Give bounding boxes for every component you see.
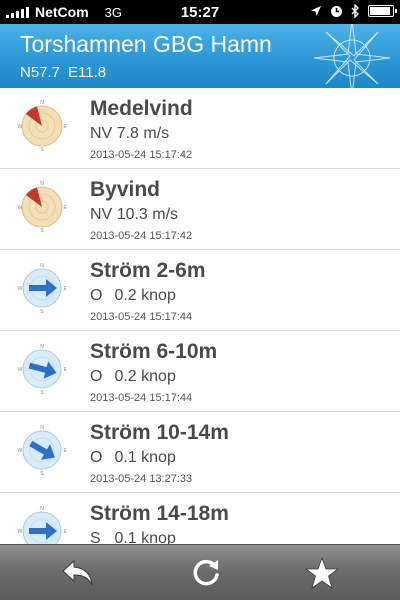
longitude: E11.8 (68, 64, 107, 81)
svg-text:E: E (64, 367, 68, 373)
svg-text:N: N (40, 506, 44, 512)
svg-text:W: W (18, 124, 23, 130)
row-speed: 7.8 m/s (116, 125, 170, 142)
favorite-button[interactable] (302, 555, 342, 591)
row-speed: 0.2 knop (114, 287, 176, 304)
station-coordinates: N57.7 E11.8 (20, 64, 106, 81)
status-right (310, 4, 397, 18)
row-speed: 0.1 knop (114, 530, 176, 544)
measurement-list: N S W E Medelvind NV 7.8 m/s 2013-05-24 … (0, 88, 400, 544)
list-item[interactable]: N S W E Medelvind NV 7.8 m/s 2013-05-24 … (0, 88, 400, 169)
row-speed: 0.1 knop (114, 449, 176, 466)
row-value: O 0.2 knop (90, 368, 176, 386)
svg-text:N: N (40, 344, 44, 350)
wind-rose-icon: N S W E (18, 181, 68, 233)
refresh-button[interactable] (186, 555, 226, 591)
svg-text:S: S (40, 471, 44, 476)
svg-text:N: N (40, 425, 44, 431)
row-timestamp: 2013-05-24 15:17:42 (90, 149, 193, 161)
row-value: NV 10.3 m/s (90, 206, 178, 224)
list-item[interactable]: N S W E Ström 14-18m S 0.1 knop (0, 493, 400, 544)
current-compass-icon: N S W E (18, 263, 68, 314)
status-bar: NetCom 3G 15:27 (0, 0, 400, 24)
row-title: Medelvind (90, 97, 193, 120)
list-item[interactable]: N S W E Ström 10-14m O 0.1 knop 2013-05-… (0, 412, 400, 493)
alarm-clock-icon (331, 5, 342, 17)
row-title: Ström 10-14m (90, 421, 229, 444)
svg-text:W: W (18, 448, 23, 454)
row-speed: 10.3 m/s (116, 206, 179, 223)
row-direction: NV (90, 125, 113, 142)
star-icon (305, 556, 339, 589)
svg-text:E: E (64, 529, 68, 535)
row-value: S 0.1 knop (90, 530, 176, 544)
row-timestamp: 2013-05-24 13:27:33 (90, 473, 193, 485)
row-direction: S (90, 530, 101, 544)
svg-text:W: W (18, 367, 23, 373)
list-item[interactable]: N S W E Byvind NV 10.3 m/s 2013-05-24 15… (0, 169, 400, 250)
svg-text:E: E (64, 124, 68, 130)
current-compass-icon: N S W E (18, 344, 68, 395)
location-arrow-icon (311, 6, 321, 16)
row-timestamp: 2013-05-24 15:17:42 (90, 230, 193, 242)
svg-text:W: W (18, 529, 23, 535)
svg-text:E: E (64, 286, 68, 292)
row-value: O 0.2 knop (90, 287, 176, 305)
current-compass-icon: N S W E (18, 506, 68, 544)
bluetooth-icon (351, 4, 359, 18)
row-direction: NV (90, 206, 113, 223)
list-item[interactable]: N S W E Ström 6-10m O 0.2 knop 2013-05-2… (0, 331, 400, 412)
station-header: Torshamnen GBG Hamn N57.7 E11.8 (0, 24, 400, 88)
row-title: Ström 14-18m (90, 502, 229, 525)
svg-text:E: E (64, 205, 68, 211)
svg-text:N: N (40, 263, 44, 269)
refresh-icon (193, 559, 219, 586)
row-speed: 0.2 knop (114, 368, 176, 385)
svg-text:N: N (40, 100, 44, 106)
svg-text:N: N (40, 181, 44, 187)
row-value: O 0.1 knop (90, 449, 176, 467)
row-direction: O (90, 287, 103, 304)
svg-text:S: S (40, 309, 44, 314)
latitude: N57.7 (20, 64, 61, 81)
row-value: NV 7.8 m/s (90, 125, 169, 143)
row-title: Ström 2-6m (90, 259, 206, 282)
svg-text:S: S (40, 228, 44, 233)
bottom-toolbar (0, 544, 400, 600)
back-arrow-icon (62, 559, 93, 586)
battery-icon (368, 5, 397, 17)
svg-text:E: E (64, 448, 68, 454)
svg-text:S: S (40, 390, 44, 395)
svg-text:S: S (40, 147, 44, 152)
svg-text:W: W (18, 286, 23, 292)
current-compass-icon: N S W E (18, 425, 68, 476)
svg-text:W: W (18, 205, 23, 211)
station-title: Torshamnen GBG Hamn (20, 31, 272, 57)
row-direction: O (90, 449, 103, 466)
row-title: Byvind (90, 178, 161, 201)
row-timestamp: 2013-05-24 15:17:44 (90, 311, 193, 323)
row-direction: O (90, 368, 103, 385)
row-timestamp: 2013-05-24 15:17:44 (90, 392, 193, 404)
compass-star-icon (313, 24, 391, 88)
list-item[interactable]: N S W E Ström 2-6m O 0.2 knop 2013-05-24… (0, 250, 400, 331)
wind-rose-icon: N S W E (18, 100, 68, 152)
back-button[interactable] (58, 555, 98, 591)
row-title: Ström 6-10m (90, 340, 218, 363)
